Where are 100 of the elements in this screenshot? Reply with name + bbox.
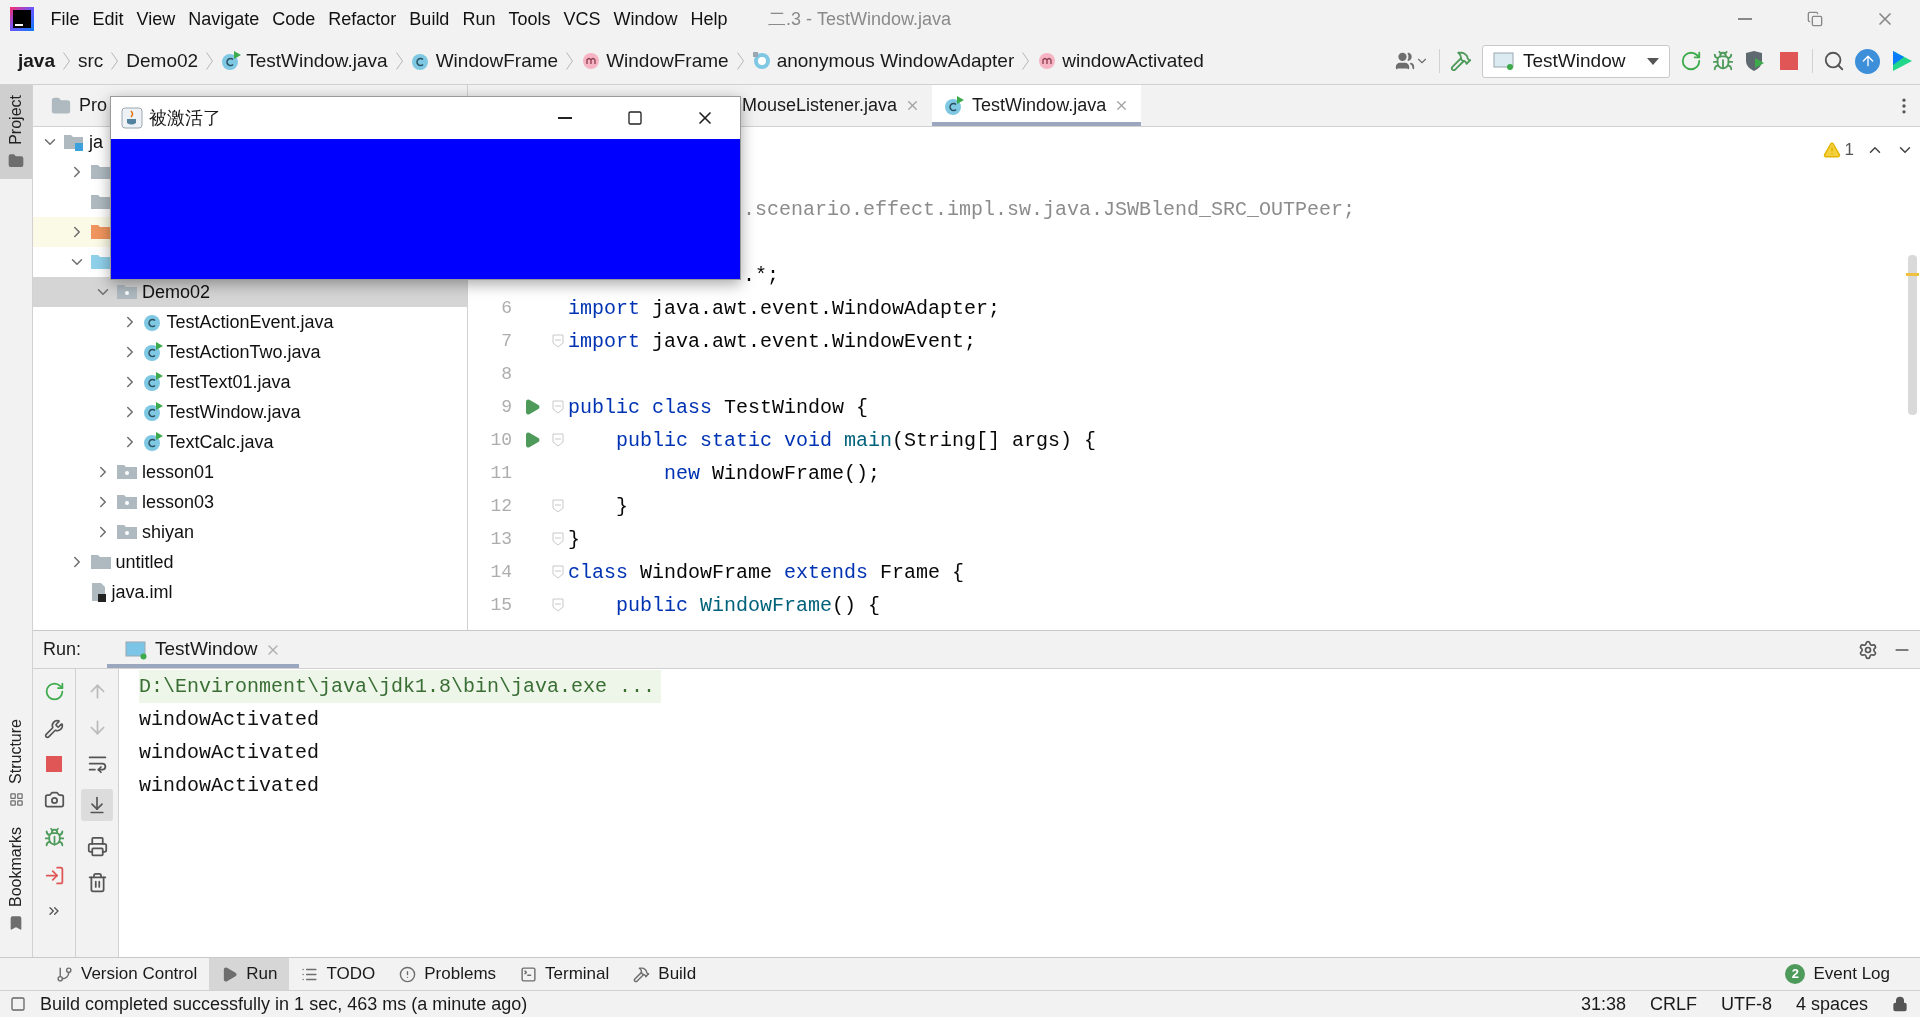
plugin-logo-icon[interactable] <box>1890 49 1914 73</box>
tree-item[interactable]: TestActionTwo.java <box>166 338 321 366</box>
fold-marker-icon[interactable] <box>552 564 564 579</box>
debug-bug-icon[interactable] <box>1712 50 1734 72</box>
fold-marker-icon[interactable] <box>552 531 564 546</box>
breadcrumb-item[interactable]: java <box>16 46 57 76</box>
fold-marker-icon[interactable] <box>552 498 564 513</box>
menu-item[interactable]: VCS <box>556 5 607 33</box>
status-item[interactable]: 4 spaces <box>1795 990 1868 1017</box>
run-icon <box>221 965 239 983</box>
warning-count[interactable]: 1 <box>1844 137 1854 163</box>
rerun-icon[interactable] <box>1680 50 1702 72</box>
tool-window-button[interactable]: TODO <box>289 958 388 990</box>
tree-item[interactable]: lesson03 <box>142 488 215 516</box>
breadcrumb-item[interactable]: TestWindow.java <box>219 46 390 76</box>
tree-item[interactable]: TestActionEvent.java <box>166 308 334 336</box>
breadcrumb-item[interactable]: WindowFrame <box>579 46 731 76</box>
rerun-icon[interactable] <box>43 681 65 702</box>
user-dropdown-icon[interactable] <box>1395 51 1429 71</box>
tool-window-button[interactable]: Run <box>209 958 290 990</box>
update-icon[interactable] <box>1855 48 1880 74</box>
menu-item[interactable]: Window <box>606 5 684 33</box>
breadcrumb-item[interactable]: windowActivated <box>1035 46 1206 76</box>
tree-item[interactable]: TextCalc.java <box>166 428 274 456</box>
code-line: .scenario.effect.impl.sw.java.JSWBlend_SRC_OUTPeer; <box>743 196 1356 223</box>
fold-marker-icon[interactable] <box>552 432 564 447</box>
event-log-link[interactable]: Event Log <box>1813 961 1890 987</box>
fold-marker-icon[interactable] <box>552 333 564 348</box>
menu-item[interactable]: View <box>130 5 182 33</box>
run-configuration-dropdown[interactable]: TestWindow <box>1482 44 1670 78</box>
run-gutter-icon[interactable] <box>523 397 541 416</box>
line-number: 8 <box>500 363 512 386</box>
breadcrumb-item[interactable]: anonymous WindowAdapter <box>749 46 1017 76</box>
tool-window-button[interactable]: Build <box>621 958 709 990</box>
breadcrumb-item[interactable]: WindowFrame <box>408 46 561 76</box>
tree-item[interactable]: Demo02 <box>142 278 211 306</box>
scrollbar[interactable] <box>1908 255 1917 415</box>
menu-item[interactable]: Refactor <box>321 5 403 33</box>
print-icon[interactable] <box>86 836 108 857</box>
popup-title: 被激活了 <box>149 106 221 130</box>
editor-tab[interactable]: TestWindow.java <box>932 85 1142 126</box>
application-window-icon <box>1493 51 1515 71</box>
panel-title[interactable]: Pro <box>79 92 107 119</box>
fold-marker-icon[interactable] <box>552 597 564 612</box>
breadcrumb-item[interactable]: src <box>76 46 106 76</box>
console-line: windowActivated <box>139 773 320 799</box>
menu-item[interactable]: Run <box>455 5 502 33</box>
menu-item[interactable]: Help <box>684 5 735 33</box>
package-folder-icon <box>116 492 138 512</box>
side-tool-tab[interactable]: Bookmarks <box>0 816 32 941</box>
trash-icon[interactable] <box>86 872 108 893</box>
folder-icon <box>89 222 112 242</box>
tree-item[interactable]: lesson01 <box>142 458 215 486</box>
class-icon <box>410 51 431 71</box>
tree-item[interactable]: shiyan <box>142 518 195 546</box>
code-line: import java.awt.event.WindowEvent; <box>568 328 977 355</box>
code-line: class WindowFrame extends Frame { <box>568 559 965 586</box>
breadcrumb-separator-icon <box>206 52 214 70</box>
coverage-shield-icon[interactable] <box>1744 50 1766 72</box>
tool-window-button[interactable]: Problems <box>387 958 509 990</box>
fold-marker-icon[interactable] <box>552 399 564 414</box>
build-hammer-icon[interactable] <box>1450 50 1472 72</box>
code-line: new WindowFrame(); <box>663 460 881 487</box>
settings-icon[interactable] <box>1858 639 1878 660</box>
side-tool-tab[interactable]: Structure <box>0 709 32 817</box>
tool-window-button[interactable]: Terminal <box>508 958 622 990</box>
status-item[interactable]: 31:38 <box>1580 990 1626 1017</box>
line-number: 15 <box>489 594 512 617</box>
run-gutter-icon[interactable] <box>523 430 541 449</box>
search-icon[interactable] <box>1823 50 1845 72</box>
lock-icon[interactable] <box>1892 996 1908 1012</box>
menu-item[interactable]: Build <box>402 5 456 33</box>
menu-item[interactable]: Navigate <box>181 5 266 33</box>
scroll-to-end-button[interactable] <box>81 789 113 821</box>
menu-item[interactable]: Edit <box>86 5 131 33</box>
structure-icon <box>8 791 24 807</box>
exit-icon[interactable] <box>43 865 65 886</box>
warning-icon[interactable] <box>1822 140 1841 159</box>
menu-item[interactable]: Code <box>265 5 322 33</box>
status-toggle-icon[interactable] <box>10 996 26 1012</box>
status-item[interactable]: CRLF <box>1649 990 1697 1017</box>
tree-item[interactable]: java.iml <box>111 578 173 606</box>
tool-window-button[interactable]: Version Control <box>44 958 210 990</box>
folder-icon <box>51 95 71 116</box>
tree-item[interactable]: TestWindow.java <box>166 398 301 426</box>
tree-item[interactable]: ja <box>89 128 103 156</box>
line-number: 6 <box>500 297 512 320</box>
side-tool-tab[interactable]: Project <box>0 85 32 179</box>
debug-bug-icon[interactable] <box>43 827 65 848</box>
method-icon <box>581 51 602 71</box>
tree-item[interactable]: TestText01.java <box>166 368 291 396</box>
camera-icon[interactable] <box>43 789 65 810</box>
editor-tab[interactable]: MouseListener.java <box>730 85 933 126</box>
status-item[interactable]: UTF-8 <box>1720 990 1772 1017</box>
tree-item[interactable]: untitled <box>115 548 174 576</box>
wrench-icon[interactable] <box>44 719 64 739</box>
menu-item[interactable]: File <box>44 5 86 33</box>
menu-item[interactable]: Tools <box>501 5 557 33</box>
breadcrumb-item[interactable]: Demo02 <box>124 46 201 76</box>
breadcrumb-separator-icon <box>111 52 119 70</box>
